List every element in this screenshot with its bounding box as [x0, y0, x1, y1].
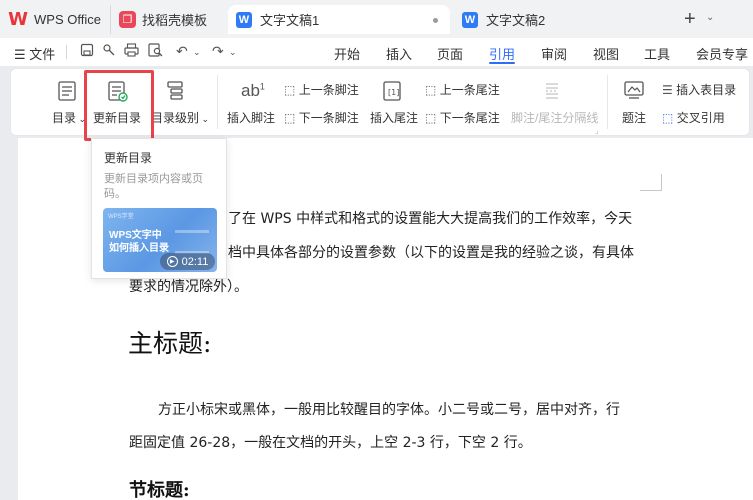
prev-endnote-icon: ⬚	[425, 83, 437, 97]
table-of-figures-icon: ☰	[662, 83, 673, 97]
cross-reference-label: 交叉引用	[676, 111, 725, 125]
next-endnote-label: 下一条尾注	[439, 111, 500, 125]
tab-insert[interactable]: 插入	[386, 44, 412, 63]
redo-chevron-down-icon[interactable]: ⌄	[229, 47, 237, 58]
heading-main-title: 主标题:	[128, 329, 212, 358]
tab-template-store[interactable]: ❐ 找稻壳模板	[110, 5, 223, 34]
tab-template-store-label: 找稻壳模板	[142, 13, 208, 28]
next-footnote-label: 下一条脚注	[298, 111, 359, 125]
prev-footnote-label: 上一条脚注	[298, 83, 359, 97]
video-duration-badge[interactable]: ▶ 02:11	[160, 253, 215, 270]
print-icon[interactable]	[124, 43, 139, 60]
video-source-label: WPS学堂	[108, 214, 134, 220]
undo-icon[interactable]: ↶	[176, 43, 188, 60]
page-margin-mark	[640, 190, 662, 191]
prev-footnote-icon: ⬚	[284, 83, 296, 97]
redo-icon[interactable]: ↷	[212, 43, 224, 60]
writer-doc-icon: W	[236, 11, 252, 28]
insert-table-of-figures-button[interactable]: ☰ 插入表目录	[662, 81, 736, 98]
insert-table-of-figures-label: 插入表目录	[676, 83, 737, 97]
caption-icon[interactable]	[624, 81, 644, 102]
print-preview-icon[interactable]	[148, 43, 163, 60]
prev-footnote-button[interactable]: ⬚ 上一条脚注	[284, 81, 359, 98]
tooltip-description: 更新目录项内容或页码。	[104, 173, 203, 200]
toc-button[interactable]: 目录 ⌄	[52, 109, 86, 126]
prev-endnote-label: 上一条尾注	[439, 83, 500, 97]
tab-tools[interactable]: 工具	[644, 44, 670, 63]
menu-bar: ☰ 文件 ↶ ⌄ ↷ ⌄ 开始 插入 页面 引用 审阅 视图 工具 会员专享	[0, 38, 753, 66]
tab-member[interactable]: 会员专享	[696, 44, 748, 63]
tab-document-1-label: 文字文稿1	[260, 13, 320, 28]
next-footnote-button[interactable]: ⬚ 下一条脚注	[284, 109, 359, 126]
paragraph-1-line-2: 档中具体各部分的设置参数（以下的设置是我的经验之谈，有具体	[228, 245, 634, 261]
divider	[607, 75, 608, 129]
tab-home[interactable]: 开始	[334, 44, 360, 63]
tab-view[interactable]: 视图	[593, 44, 619, 63]
tab-references[interactable]: 引用	[489, 44, 515, 63]
tab-review[interactable]: 审阅	[541, 44, 567, 63]
tab-wps-office[interactable]: W WPS Office	[8, 5, 108, 34]
insert-endnote-icon[interactable]: [1]	[383, 81, 401, 104]
highlight-annotation-box	[84, 70, 154, 141]
tooltip-title: 更新目录	[104, 151, 153, 165]
cross-reference-icon: ⬚	[662, 111, 674, 125]
divider	[66, 45, 67, 59]
footnote-separator-icon	[543, 81, 561, 104]
dialog-launcher-icon[interactable]: ⌟	[595, 126, 599, 135]
update-toc-tooltip: 更新目录 更新目录项内容或页码。 WPS学堂 WPS文字中 如何插入目录 ▶ 0…	[91, 138, 227, 279]
divider	[217, 75, 218, 129]
toc-button-label: 目录	[52, 111, 77, 125]
caption-button[interactable]: 题注	[622, 109, 646, 126]
insert-footnote-icon[interactable]: ab1	[241, 81, 265, 101]
page-margin-mark	[661, 174, 662, 191]
svg-text:[1]: [1]	[388, 88, 399, 97]
tab-document-2-label: 文字文稿2	[486, 13, 546, 28]
file-menu-label: 文件	[29, 47, 56, 62]
tutorial-video-thumbnail[interactable]: WPS学堂 WPS文字中 如何插入目录 ▶ 02:11	[103, 208, 217, 272]
tab-document-1[interactable]: W 文字文稿1	[228, 5, 450, 34]
next-endnote-button[interactable]: ⬚ 下一条尾注	[425, 109, 500, 126]
format-painter-icon[interactable]	[102, 43, 116, 60]
active-tab-indicator	[489, 62, 515, 64]
file-menu[interactable]: ☰ 文件	[14, 44, 55, 63]
toc-level-chevron-down-icon: ⌄	[199, 114, 210, 124]
paragraph-2-line-1: 方正小标宋或黑体，一般用比较醒目的字体。小二号或二号，居中对齐，行	[158, 402, 620, 418]
next-endnote-icon: ⬚	[425, 111, 437, 125]
toc-level-icon[interactable]	[167, 81, 185, 104]
hamburger-icon: ☰	[14, 47, 26, 62]
save-icon[interactable]	[80, 43, 94, 60]
video-title-line-2: 如何插入目录	[109, 243, 169, 254]
toc-level-button[interactable]: 目录级别 ⌄	[151, 109, 209, 126]
prev-endnote-button[interactable]: ⬚ 上一条尾注	[425, 81, 500, 98]
insert-endnote-button[interactable]: 插入尾注	[370, 109, 418, 126]
paragraph-2-line-2: 距固定值 26-28，一般在文档的开头，上空 2-3 行，下空 2 行。	[129, 435, 532, 451]
cross-reference-button[interactable]: ⬚ 交叉引用	[662, 109, 725, 126]
wps-logo-icon: W	[8, 9, 28, 30]
window-tab-bar: W WPS Office ❐ 找稻壳模板 W 文字文稿1 W 文字文稿2 + ⌄	[0, 0, 753, 38]
tab-page[interactable]: 页面	[437, 44, 463, 63]
video-decoration	[175, 230, 209, 254]
paragraph-1-line-1: 了在 WPS 中样式和格式的设置能大大提高我们的工作效率，今天	[228, 211, 633, 227]
undo-chevron-down-icon[interactable]: ⌄	[193, 47, 201, 58]
toc-level-label: 目录级别	[151, 111, 200, 125]
tab-wps-office-label: WPS Office	[34, 12, 101, 27]
heading-section-title: 节标题:	[129, 480, 190, 500]
next-footnote-icon: ⬚	[284, 111, 296, 125]
writer-doc-icon: W	[462, 11, 478, 28]
play-icon: ▶	[166, 256, 178, 267]
tab-document-2[interactable]: W 文字文稿2	[455, 5, 675, 34]
video-duration: 02:11	[181, 255, 209, 268]
toc-icon[interactable]	[58, 81, 76, 104]
new-tab-chevron-down-icon[interactable]: ⌄	[706, 12, 714, 23]
unsaved-dot-icon[interactable]	[433, 18, 438, 23]
insert-footnote-button[interactable]: 插入脚注	[227, 109, 275, 126]
new-tab-plus-icon[interactable]: +	[684, 8, 696, 31]
paragraph-1-line-3: 要求的情况除外）。	[129, 279, 248, 295]
footnote-separator-button: 脚注/尾注分隔线	[511, 111, 599, 125]
template-store-icon: ❐	[119, 11, 136, 28]
